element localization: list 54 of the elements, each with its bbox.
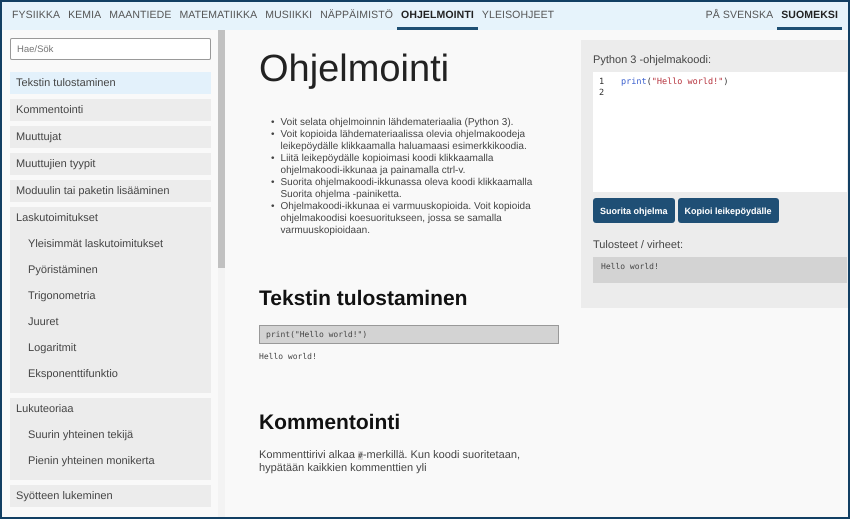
nav-tab[interactable]: SUOMEKSI [777,2,842,30]
sidebar-item[interactable]: Syötteen lukeminen [10,485,211,507]
sidebar-item[interactable]: Muuttujien tyypit [10,153,211,175]
action-button[interactable]: Kopioi leikepöydälle [678,198,779,223]
line-number: 2 [598,88,606,98]
nav-tab[interactable]: PÅ SVENSKA [702,2,778,30]
section-heading: Tekstin tulostaminen [259,287,468,311]
bullet-marker: • [271,129,275,142]
action-button[interactable]: Suorita ohjelma [593,198,675,223]
sidebar-item[interactable]: Yleisimmät laskutoimitukset [22,233,200,255]
search-field[interactable]: Hae/Sök [10,38,211,60]
sidebar-item[interactable]: Lukuteoriaa [10,398,211,420]
sidebar-item[interactable]: Muuttujat [10,126,211,148]
scrollbar[interactable] [218,30,225,517]
code-example[interactable]: print("Hello world!") [259,325,559,344]
nav-tab[interactable]: KEMIA [64,2,106,30]
scrollbar-thumb[interactable] [218,30,225,268]
nav-tab[interactable]: NÄPPÄIMISTÖ [316,2,398,30]
instruction-item: Voit selata ohjelmoinnin lähdemateriaalia (Python 3). [280,117,514,129]
bullet-marker: • [271,153,275,166]
instruction-item: Voit kopioida lähdemateriaalissa olevia ohjelmakoodeja leikepöydälle klikkaamalla haluamaasi esimerkkikoodia. [280,129,528,153]
nav-tab[interactable]: FYSIIKKA [8,2,64,30]
line-number: 1 [598,76,606,86]
instruction-item: Liitä leikepöydälle kopioimasi koodi klikkaamalla ohjelmakoodi-ikkunaa ja painamalla ctrl-v. [280,153,494,177]
nav-tab[interactable]: MUSIIKKI [261,2,316,30]
sidebar-item[interactable]: Pienin yhteinen monikerta [22,450,200,472]
code-editor[interactable]: 1 print("Hello world!") 2 [593,72,847,192]
code-line: print("Hello world!") [621,76,728,86]
sidebar-item[interactable]: Suurin yhteinen tekijä [22,424,200,446]
sidebar-item[interactable]: Juuret [22,311,200,333]
sidebar-item[interactable]: Pyöristäminen [22,259,200,281]
bullet-marker: • [271,201,275,214]
nav-tab[interactable]: OHJELMOINTI [397,2,478,30]
sidebar-item[interactable]: Kommentointi [10,99,211,121]
sidebar-item[interactable]: Laskutoimitukset [10,207,211,229]
editor-label: Python 3 -ohjelmakoodi: [593,54,712,66]
instruction-item: Suorita ohjelmakoodi-ikkunassa oleva koodi klikkaamalla Suorita ohjelma -painiketta. [280,177,534,201]
page-title: Ohjelmointi [259,48,450,91]
output-label: Tulosteet / virheet: [593,239,684,251]
sidebar-item[interactable]: Moduulin tai paketin lisääminen [10,180,211,202]
code-output: Hello world! [259,352,318,361]
sidebar-item[interactable]: Eksponenttifunktio [22,363,200,385]
bullet-marker: • [271,117,275,129]
section-paragraph: Kommenttirivi alkaa #-merkillä. Kun koodi suoritetaan, hypätään kaikkien kommenttien yli [259,449,522,474]
instruction-item: Ohjelmakoodi-ikkunaa ei varmuuskopioida. Voit kopioida ohjelmakoodisi koesuoritukseen, jossa se samalla varmuuskopioidaan. [280,201,532,237]
nav-tab[interactable]: YLEISOHJEET [478,2,558,30]
bullet-marker: • [271,177,275,190]
sidebar-item[interactable]: Trigonometria [22,285,200,307]
sidebar-item[interactable]: Logaritmit [22,337,200,359]
output-field: Hello world! [593,257,847,283]
section-heading: Kommentointi [259,411,402,435]
nav-tab[interactable]: MATEMATIIKKA [175,2,262,30]
nav-tab[interactable]: MAANTIEDE [105,2,176,30]
sidebar-item[interactable]: Tekstin tulostaminen [10,72,211,94]
